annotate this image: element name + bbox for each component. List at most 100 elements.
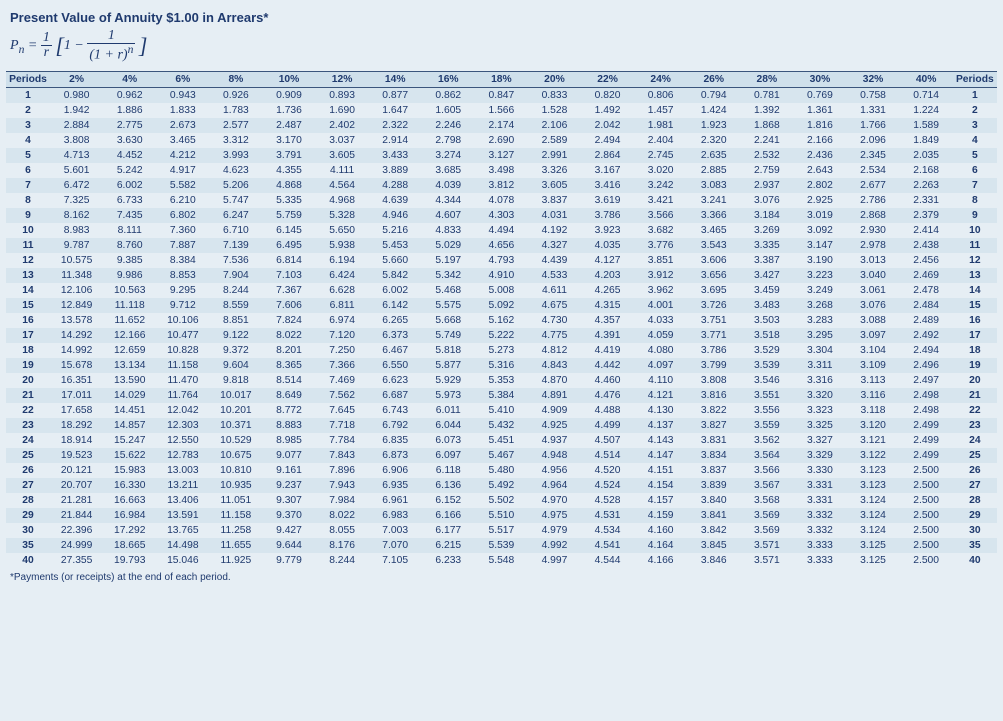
table-row: 2821.28116.66313.40611.0519.3077.9846.96… (6, 493, 997, 508)
value-cell: 3.241 (687, 193, 740, 208)
value-cell: 3.726 (687, 298, 740, 313)
value-cell: 3.685 (422, 163, 475, 178)
value-cell: 3.329 (793, 448, 846, 463)
value-cell: 8.514 (262, 373, 315, 388)
value-cell: 3.682 (634, 223, 687, 238)
period-cell: 40 (953, 553, 997, 568)
value-cell: 27.355 (50, 553, 103, 568)
col-rate-7: 16% (422, 71, 475, 87)
table-row: 65.6015.2424.9174.6234.3554.1113.8893.68… (6, 163, 997, 178)
value-cell: 4.730 (528, 313, 581, 328)
value-cell: 2.925 (793, 193, 846, 208)
value-cell: 3.786 (581, 208, 634, 223)
value-cell: 4.419 (581, 343, 634, 358)
value-cell: 3.127 (475, 148, 528, 163)
value-cell: 2.492 (900, 328, 953, 343)
value-cell: 4.159 (634, 508, 687, 523)
period-cell: 12 (953, 253, 997, 268)
value-cell: 2.643 (793, 163, 846, 178)
value-cell: 5.353 (475, 373, 528, 388)
value-cell: 11.655 (209, 538, 262, 553)
value-cell: 21.844 (50, 508, 103, 523)
value-cell: 3.325 (793, 418, 846, 433)
period-cell: 10 (953, 223, 997, 238)
value-cell: 4.544 (581, 553, 634, 568)
value-cell: 8.022 (262, 328, 315, 343)
value-cell: 7.843 (316, 448, 369, 463)
value-cell: 3.630 (103, 133, 156, 148)
period-cell: 14 (953, 283, 997, 298)
value-cell: 3.061 (846, 283, 899, 298)
value-cell: 5.410 (475, 403, 528, 418)
value-cell: 0.781 (740, 87, 793, 103)
value-cell: 6.210 (156, 193, 209, 208)
value-cell: 7.896 (316, 463, 369, 478)
value-cell: 2.500 (900, 523, 953, 538)
value-cell: 0.794 (687, 87, 740, 103)
value-cell: 24.999 (50, 538, 103, 553)
value-cell: 1.566 (475, 103, 528, 118)
value-cell: 2.379 (900, 208, 953, 223)
value-cell: 4.097 (634, 358, 687, 373)
value-cell: 6.710 (209, 223, 262, 238)
value-cell: 2.500 (900, 463, 953, 478)
table-row: 1210.5759.3858.3847.5366.8146.1945.6605.… (6, 253, 997, 268)
col-rate-9: 20% (528, 71, 581, 87)
value-cell: 3.845 (687, 538, 740, 553)
value-cell: 2.498 (900, 388, 953, 403)
value-cell: 3.816 (687, 388, 740, 403)
annuity-table: Periods2%4%6%8%10%12%14%16%18%20%22%24%2… (6, 71, 997, 568)
value-cell: 9.986 (103, 268, 156, 283)
value-cell: 10.477 (156, 328, 209, 343)
period-cell: 26 (6, 463, 50, 478)
value-cell: 4.001 (634, 298, 687, 313)
value-cell: 20.121 (50, 463, 103, 478)
value-cell: 2.690 (475, 133, 528, 148)
table-header-row: Periods2%4%6%8%10%12%14%16%18%20%22%24%2… (6, 71, 997, 87)
value-cell: 3.124 (846, 508, 899, 523)
value-cell: 3.841 (687, 508, 740, 523)
value-cell: 1.331 (846, 103, 899, 118)
value-cell: 6.097 (422, 448, 475, 463)
period-cell: 2 (953, 103, 997, 118)
value-cell: 17.011 (50, 388, 103, 403)
value-cell: 6.550 (369, 358, 422, 373)
value-cell: 3.124 (846, 493, 899, 508)
value-cell: 4.460 (581, 373, 634, 388)
period-cell: 9 (6, 208, 50, 223)
value-cell: 3.020 (634, 163, 687, 178)
period-cell: 8 (953, 193, 997, 208)
col-rate-15: 32% (846, 71, 899, 87)
value-cell: 5.335 (262, 193, 315, 208)
value-cell: 4.080 (634, 343, 687, 358)
value-cell: 16.663 (103, 493, 156, 508)
value-cell: 6.373 (369, 328, 422, 343)
period-cell: 22 (6, 403, 50, 418)
value-cell: 2.263 (900, 178, 953, 193)
value-cell: 5.342 (422, 268, 475, 283)
value-cell: 4.514 (581, 448, 634, 463)
value-cell: 3.421 (634, 193, 687, 208)
value-cell: 2.759 (740, 163, 793, 178)
table-row: 2217.65814.45112.04210.2018.7727.6456.74… (6, 403, 997, 418)
period-cell: 9 (953, 208, 997, 223)
value-cell: 3.791 (262, 148, 315, 163)
table-row: 1412.10610.5639.2958.2447.3676.6286.0025… (6, 283, 997, 298)
value-cell: 3.751 (687, 313, 740, 328)
table-row: 21.9421.8861.8331.7831.7361.6901.6471.60… (6, 103, 997, 118)
value-cell: 2.402 (316, 118, 369, 133)
value-cell: 3.834 (687, 448, 740, 463)
value-cell: 7.784 (316, 433, 369, 448)
value-cell: 4.968 (316, 193, 369, 208)
value-cell: 8.244 (209, 283, 262, 298)
value-cell: 2.241 (740, 133, 793, 148)
value-cell: 5.467 (475, 448, 528, 463)
value-cell: 1.605 (422, 103, 475, 118)
value-cell: 6.802 (156, 208, 209, 223)
col-rate-14: 30% (793, 71, 846, 87)
value-cell: 3.116 (846, 388, 899, 403)
table-row: 1512.84911.1189.7128.5597.6066.8116.1425… (6, 298, 997, 313)
value-cell: 1.647 (369, 103, 422, 118)
value-cell: 5.092 (475, 298, 528, 313)
value-cell: 3.566 (740, 463, 793, 478)
